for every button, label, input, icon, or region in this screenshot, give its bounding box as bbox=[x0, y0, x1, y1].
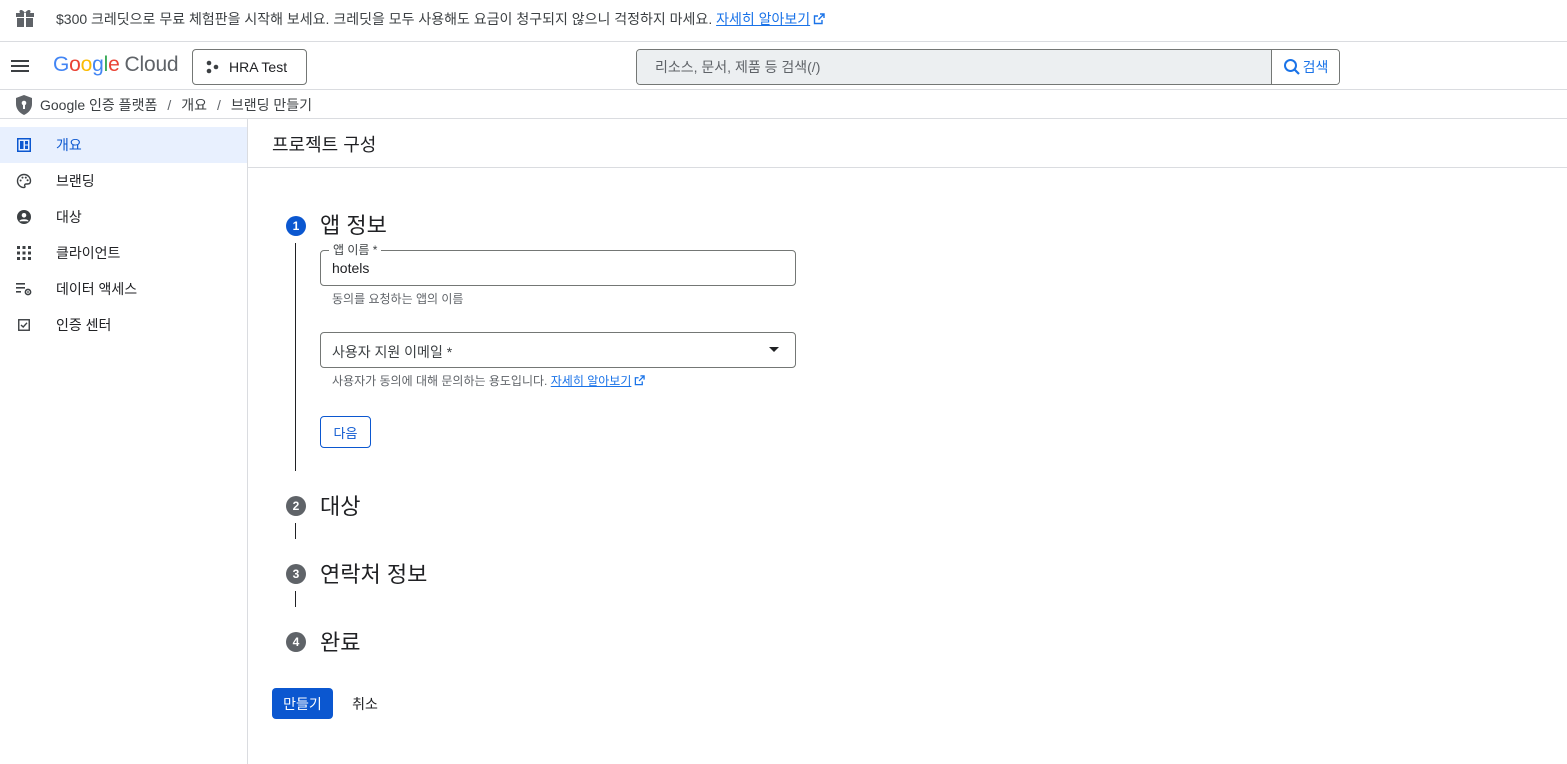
breadcrumb-item-overview[interactable]: 개요 bbox=[181, 95, 207, 115]
step-1-title: 앱 정보 bbox=[320, 213, 387, 238]
project-hub-icon bbox=[206, 60, 219, 74]
create-button[interactable]: 만들기 bbox=[272, 688, 333, 719]
title-divider bbox=[248, 167, 1567, 168]
external-link-icon bbox=[635, 375, 646, 386]
sidebar-item-label: 클라이언트 bbox=[56, 245, 121, 261]
step-4-title[interactable]: 완료 bbox=[320, 625, 360, 657]
checkbox-icon bbox=[16, 317, 32, 333]
app-name-label: 앱 이름 * bbox=[329, 243, 382, 257]
app-name-field: 앱 이름 * bbox=[320, 243, 796, 286]
banner-text: $300 크레딧으로 무료 체험판을 시작해 보세요. 크레딧을 모두 사용해도… bbox=[56, 11, 713, 27]
step-2-title[interactable]: 대상 bbox=[320, 489, 360, 521]
search-input[interactable] bbox=[637, 50, 1272, 84]
sidebar-item-label: 인증 센터 bbox=[56, 317, 112, 333]
banner-text-wrap: $300 크레딧으로 무료 체험판을 시작해 보세요. 크레딧을 모두 사용해도… bbox=[56, 9, 825, 29]
support-email-placeholder: 사용자 지원 이메일 * bbox=[332, 344, 453, 360]
account-circle-icon bbox=[16, 209, 32, 225]
promo-banner: $300 크레딧으로 무료 체험판을 시작해 보세요. 크레딧을 모두 사용해도… bbox=[0, 0, 1567, 42]
support-email-select[interactable]: 사용자 지원 이메일 * bbox=[320, 332, 796, 368]
breadcrumb-item-create-branding: 브랜딩 만들기 bbox=[230, 96, 313, 113]
learn-more-label: 자세히 알아보기 bbox=[550, 374, 632, 388]
sidebar-item-label: 개요 bbox=[56, 137, 82, 153]
sidebar-item-clients[interactable]: 클라이언트 bbox=[0, 235, 247, 271]
breadcrumb: Google 인증 플랫폼 / 개요 / 브랜딩 만들기 bbox=[0, 91, 1567, 119]
step-1-connector bbox=[295, 243, 296, 471]
gift-icon bbox=[16, 9, 34, 27]
dashboard-icon bbox=[16, 137, 32, 153]
sidebar-item-label: 데이터 액세스 bbox=[56, 281, 138, 297]
top-header: GoogleCloud HRA Test 검색 bbox=[0, 42, 1567, 90]
shield-icon bbox=[16, 94, 32, 115]
search-bar: 검색 bbox=[636, 49, 1340, 85]
page-title: 프로젝트 구성 bbox=[272, 135, 377, 155]
sidebar-item-branding[interactable]: 브랜딩 bbox=[0, 163, 247, 199]
logo-letter: G bbox=[53, 53, 70, 76]
app-name-input[interactable] bbox=[332, 258, 772, 278]
search-button-label: 검색 bbox=[1302, 59, 1329, 75]
menu-icon[interactable] bbox=[10, 56, 30, 76]
step-4-number: 4 bbox=[286, 632, 306, 652]
step-3-connector bbox=[295, 591, 296, 607]
banner-learn-more-link[interactable]: 자세히 알아보기 bbox=[716, 11, 825, 27]
search-icon bbox=[1283, 59, 1300, 75]
support-email-hint: 사용자가 동의에 대해 문의하는 용도입니다. 자세히 알아보기 bbox=[332, 372, 646, 389]
sidebar-item-verification-center[interactable]: 인증 센터 bbox=[0, 307, 247, 343]
step-3-number: 3 bbox=[286, 564, 306, 584]
logo-letter: g bbox=[92, 53, 104, 76]
support-email-learn-more-link[interactable]: 자세히 알아보기 bbox=[551, 374, 646, 388]
step-2-connector bbox=[295, 523, 296, 539]
google-cloud-logo[interactable]: Google Cloud bbox=[53, 53, 179, 77]
list-settings-icon bbox=[16, 281, 32, 297]
app-name-hint: 동의를 요청하는 앱의 이름 bbox=[332, 292, 464, 306]
dropdown-arrow-icon bbox=[769, 347, 779, 352]
logo-letter: o bbox=[69, 53, 81, 76]
sidebar: 개요 브랜딩 대상 클라이언트 데이터 액세스 인증 센터 bbox=[0, 119, 248, 764]
sidebar-item-data-access[interactable]: 데이터 액세스 bbox=[0, 271, 247, 307]
external-link-icon bbox=[813, 13, 825, 25]
sidebar-item-label: 브랜딩 bbox=[56, 173, 95, 189]
breadcrumb-item-auth-platform[interactable]: Google 인증 플랫폼 bbox=[40, 95, 157, 115]
sidebar-item-audience[interactable]: 대상 bbox=[0, 199, 247, 235]
step-1-number: 1 bbox=[286, 216, 306, 236]
search-button[interactable]: 검색 bbox=[1272, 50, 1339, 84]
logo-letter: e bbox=[108, 53, 120, 76]
step-3-title[interactable]: 연락처 정보 bbox=[320, 557, 427, 589]
project-picker-button[interactable]: HRA Test bbox=[192, 49, 307, 85]
breadcrumb-separator: / bbox=[216, 96, 221, 113]
step-2-number: 2 bbox=[286, 496, 306, 516]
main-content: 프로젝트 구성 1 앱 정보 앱 이름 * 동의를 요청하는 앱의 이름 사용자… bbox=[248, 119, 1567, 764]
next-button[interactable]: 다음 bbox=[320, 416, 371, 448]
sidebar-item-overview[interactable]: 개요 bbox=[0, 127, 247, 163]
sidebar-item-label: 대상 bbox=[56, 209, 82, 225]
logo-cloud-word: Cloud bbox=[124, 53, 179, 76]
breadcrumb-separator: / bbox=[167, 96, 172, 113]
support-email-hint-text: 사용자가 동의에 대해 문의하는 용도입니다. bbox=[332, 374, 548, 388]
banner-link-label: 자세히 알아보기 bbox=[716, 11, 811, 27]
apps-grid-icon bbox=[16, 245, 32, 261]
palette-icon bbox=[16, 173, 32, 189]
project-name: HRA Test bbox=[229, 59, 288, 75]
logo-letter: o bbox=[80, 53, 93, 76]
cancel-button[interactable]: 취소 bbox=[344, 688, 386, 719]
